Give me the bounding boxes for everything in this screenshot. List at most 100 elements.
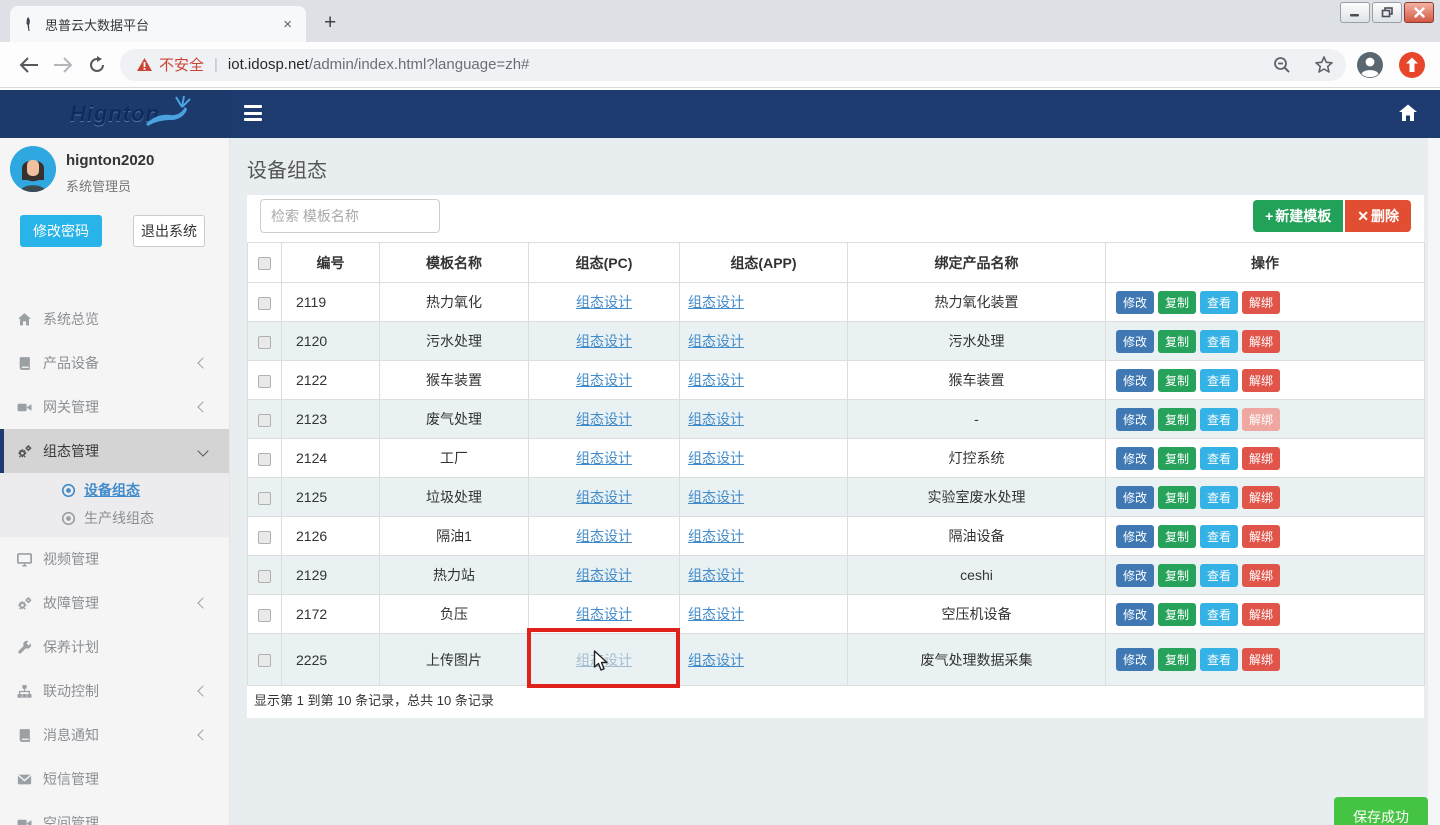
copy-button[interactable]: 复制: [1158, 648, 1196, 671]
restore-button[interactable]: [1372, 2, 1402, 23]
unbind-button[interactable]: 解绑: [1242, 408, 1280, 431]
unbind-button[interactable]: 解绑: [1242, 447, 1280, 470]
modify-button[interactable]: 修改: [1116, 369, 1154, 392]
copy-button[interactable]: 复制: [1158, 291, 1196, 314]
close-button[interactable]: [1404, 2, 1434, 23]
logout-button[interactable]: 退出系统: [133, 215, 205, 247]
app-config-link[interactable]: 组态设计: [688, 606, 744, 622]
row-checkbox[interactable]: [258, 375, 271, 388]
sidebar-item-10[interactable]: 空间管理: [0, 801, 229, 825]
view-button[interactable]: 查看: [1200, 486, 1238, 509]
unbind-button[interactable]: 解绑: [1242, 291, 1280, 314]
modify-button[interactable]: 修改: [1116, 486, 1154, 509]
zoom-out-icon[interactable]: [1272, 55, 1292, 75]
app-logo[interactable]: Hignton: [0, 90, 230, 138]
view-button[interactable]: 查看: [1200, 564, 1238, 587]
sidebar-item-0[interactable]: 系统总览: [0, 297, 229, 341]
submenu-item-1[interactable]: 生产线组态: [0, 504, 229, 532]
back-button[interactable]: [12, 48, 46, 82]
row-checkbox[interactable]: [258, 414, 271, 427]
sidebar-item-2[interactable]: 网关管理: [0, 385, 229, 429]
sidebar-item-3[interactable]: 组态管理: [0, 429, 229, 473]
pc-config-link[interactable]: 组态设计: [576, 450, 632, 466]
view-button[interactable]: 查看: [1200, 408, 1238, 431]
unbind-button[interactable]: 解绑: [1242, 486, 1280, 509]
unbind-button[interactable]: 解绑: [1242, 603, 1280, 626]
sidebar-item-6[interactable]: 保养计划: [0, 625, 229, 669]
modify-button[interactable]: 修改: [1116, 291, 1154, 314]
view-button[interactable]: 查看: [1200, 525, 1238, 548]
copy-button[interactable]: 复制: [1158, 564, 1196, 587]
pc-config-link[interactable]: 组态设计: [576, 333, 632, 349]
row-checkbox[interactable]: [258, 609, 271, 622]
change-password-button[interactable]: 修改密码: [20, 215, 102, 247]
browser-tab[interactable]: 思普云大数据平台 ×: [10, 6, 306, 42]
app-config-link[interactable]: 组态设计: [688, 372, 744, 388]
app-config-link[interactable]: 组态设计: [688, 333, 744, 349]
row-checkbox[interactable]: [258, 336, 271, 349]
view-button[interactable]: 查看: [1200, 447, 1238, 470]
row-checkbox[interactable]: [258, 654, 271, 667]
unbind-button[interactable]: 解绑: [1242, 369, 1280, 392]
sidebar-item-5[interactable]: 故障管理: [0, 581, 229, 625]
browser-profile-icon[interactable]: [1356, 51, 1384, 79]
navbar-home-icon[interactable]: [1398, 103, 1418, 123]
row-checkbox[interactable]: [258, 492, 271, 505]
modify-button[interactable]: 修改: [1116, 330, 1154, 353]
row-checkbox[interactable]: [258, 297, 271, 310]
sidebar-item-1[interactable]: 产品设备: [0, 341, 229, 385]
app-config-link[interactable]: 组态设计: [688, 528, 744, 544]
view-button[interactable]: 查看: [1200, 648, 1238, 671]
pc-config-link[interactable]: 组态设计: [576, 652, 632, 668]
sidebar-item-8[interactable]: 消息通知: [0, 713, 229, 757]
view-button[interactable]: 查看: [1200, 330, 1238, 353]
app-config-link[interactable]: 组态设计: [688, 489, 744, 505]
copy-button[interactable]: 复制: [1158, 369, 1196, 392]
pc-config-link[interactable]: 组态设计: [576, 567, 632, 583]
search-input[interactable]: [260, 199, 440, 233]
row-checkbox[interactable]: [258, 453, 271, 466]
pc-config-link[interactable]: 组态设计: [576, 294, 632, 310]
modify-button[interactable]: 修改: [1116, 525, 1154, 548]
app-config-link[interactable]: 组态设计: [688, 411, 744, 427]
copy-button[interactable]: 复制: [1158, 330, 1196, 353]
pc-config-link[interactable]: 组态设计: [576, 528, 632, 544]
pc-config-link[interactable]: 组态设计: [576, 489, 632, 505]
sidebar-item-4[interactable]: 视频管理: [0, 537, 229, 581]
bookmark-star-icon[interactable]: [1314, 55, 1334, 75]
menu-toggle-icon[interactable]: [244, 105, 262, 121]
view-button[interactable]: 查看: [1200, 369, 1238, 392]
pc-config-link[interactable]: 组态设计: [576, 411, 632, 427]
app-config-link[interactable]: 组态设计: [688, 567, 744, 583]
modify-button[interactable]: 修改: [1116, 648, 1154, 671]
tab-close-icon[interactable]: ×: [279, 16, 296, 33]
unbind-button[interactable]: 解绑: [1242, 330, 1280, 353]
app-config-link[interactable]: 组态设计: [688, 652, 744, 668]
app-config-link[interactable]: 组态设计: [688, 450, 744, 466]
pc-config-link[interactable]: 组态设计: [576, 372, 632, 388]
view-button[interactable]: 查看: [1200, 291, 1238, 314]
app-config-link[interactable]: 组态设计: [688, 294, 744, 310]
unbind-button[interactable]: 解绑: [1242, 648, 1280, 671]
unbind-button[interactable]: 解绑: [1242, 525, 1280, 548]
row-checkbox[interactable]: [258, 531, 271, 544]
minimize-button[interactable]: [1340, 2, 1370, 23]
row-checkbox[interactable]: [258, 570, 271, 583]
modify-button[interactable]: 修改: [1116, 603, 1154, 626]
copy-button[interactable]: 复制: [1158, 486, 1196, 509]
pc-config-link[interactable]: 组态设计: [576, 606, 632, 622]
new-template-button[interactable]: +新建模板: [1253, 200, 1343, 232]
modify-button[interactable]: 修改: [1116, 447, 1154, 470]
url-bar[interactable]: 不安全 | iot.idosp.net/admin/index.html?lan…: [120, 49, 1346, 81]
user-avatar[interactable]: [10, 146, 56, 192]
sidebar-item-7[interactable]: 联动控制: [0, 669, 229, 713]
unbind-button[interactable]: 解绑: [1242, 564, 1280, 587]
new-tab-button[interactable]: +: [324, 10, 336, 36]
copy-button[interactable]: 复制: [1158, 408, 1196, 431]
page-scrollbar-track[interactable]: [1428, 138, 1440, 825]
copy-button[interactable]: 复制: [1158, 447, 1196, 470]
modify-button[interactable]: 修改: [1116, 408, 1154, 431]
sidebar-item-9[interactable]: 短信管理: [0, 757, 229, 801]
browser-update-icon[interactable]: [1398, 51, 1426, 79]
reload-button[interactable]: [80, 48, 114, 82]
